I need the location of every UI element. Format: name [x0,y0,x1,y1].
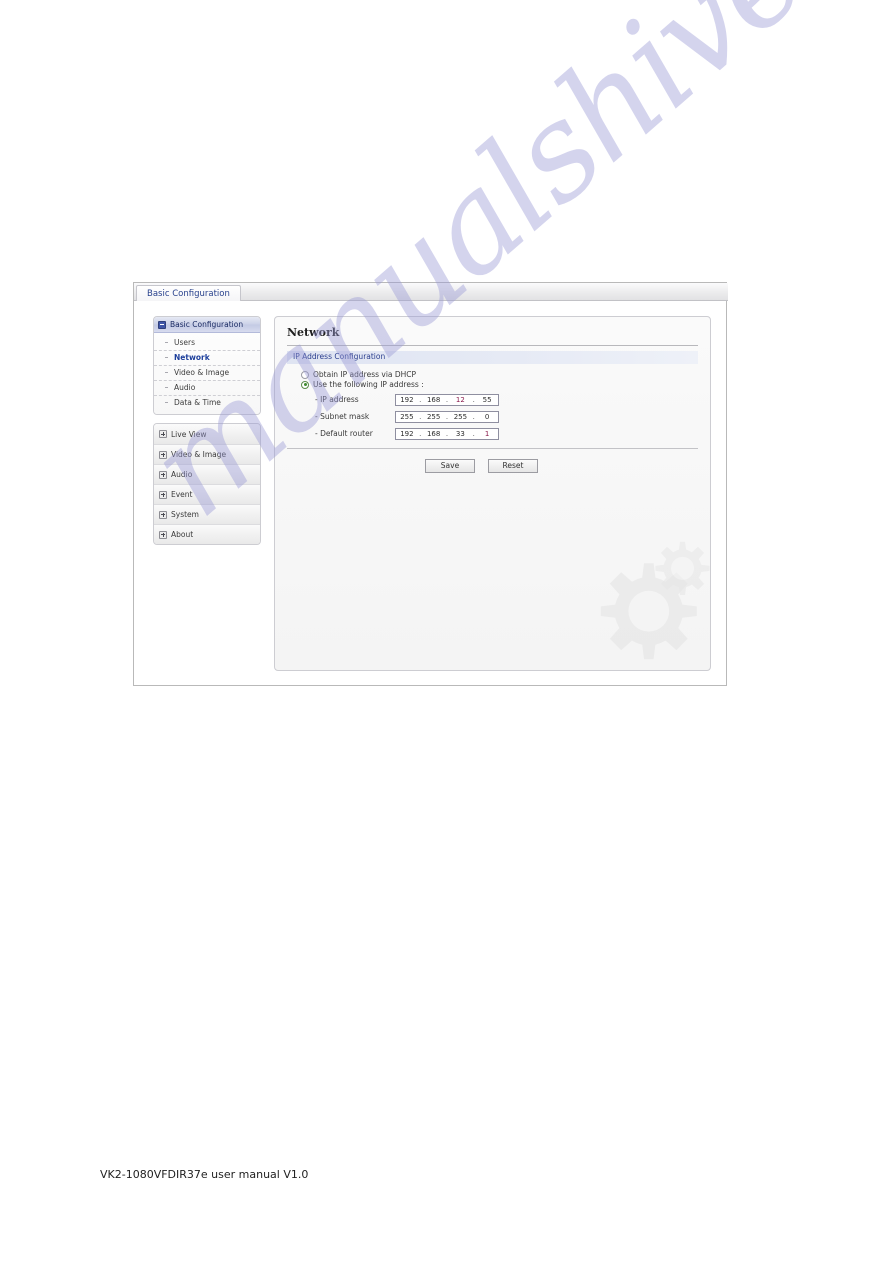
radio-button-selected-icon[interactable] [301,380,309,389]
title-divider [287,345,698,346]
radio-obtain-ip-via-dhcp[interactable]: Obtain IP address via DHCP [301,370,416,379]
default-router-input[interactable]: 192 . 168 . 33 . 1 [395,427,499,440]
octet-1[interactable]: 255 [396,413,418,421]
field-label: - IP address [315,395,359,404]
bullet-icon [165,402,168,403]
save-button[interactable]: Save [425,459,475,473]
sidebar-item-label: Audio [174,383,196,392]
octet-2[interactable]: 168 [423,396,445,404]
titlebar-tab-basic-configuration[interactable]: Basic Configuration [136,285,241,301]
radio-button-icon[interactable] [301,370,309,379]
octet-2[interactable]: 168 [423,430,445,438]
sidebar-item-event[interactable]: Event [154,484,260,504]
radio-label: Obtain IP address via DHCP [313,370,417,379]
octet-3[interactable]: 12 [450,396,472,404]
sidebar-item-label: Video & Image [174,368,230,377]
window-titlebar: Basic Configuration [134,283,728,301]
section-header-bar: IP Address Configuration [287,351,698,364]
octet-1[interactable]: 192 [396,430,418,438]
subnet-mask-input[interactable]: 255 . 255 . 255 . 0 [395,410,499,423]
octet-4[interactable]: 55 [476,396,498,404]
button-divider [287,448,698,449]
page-title: Network [287,326,340,339]
content-panel: Network IP Address Configuration Obtain … [274,316,711,671]
application-body: Basic Configuration Users Network Video … [134,302,726,685]
sidebar-item-label: Video & Image [171,450,227,459]
octet-2[interactable]: 255 [423,413,445,421]
sidebar-group-basic-configuration: Basic Configuration Users Network Video … [153,316,261,415]
sidebar-item-data-time[interactable]: Data & Time [154,395,260,410]
plus-box-icon[interactable] [159,530,167,539]
octet-3[interactable]: 255 [450,413,472,421]
sidebar-item-label: About [171,530,194,539]
octet-4[interactable]: 1 [476,430,498,438]
plus-box-icon[interactable] [159,510,167,519]
sidebar-item-label: Users [174,338,196,347]
minus-box-icon[interactable] [158,320,166,329]
plus-box-icon[interactable] [159,430,167,438]
field-ip-address: - IP address 192 . 168 . 12 . 55 [315,393,499,406]
application-frame: Basic Configuration Basic Configuration … [133,282,728,686]
sidebar-item-label: Live View [171,429,207,439]
sidebar-item-audio-group[interactable]: Audio [154,464,260,484]
field-subnet-mask: - Subnet mask 255 . 255 . 255 . 0 [315,410,499,423]
field-label: - Default router [315,429,373,438]
sidebar-group-header-basic-configuration[interactable]: Basic Configuration [154,317,260,333]
field-label: - Subnet mask [315,412,370,421]
plus-box-icon[interactable] [159,450,167,459]
plus-box-icon[interactable] [159,490,167,499]
bullet-icon [165,342,168,343]
sidebar-submenu: Users Network Video & Image Audio Data &… [154,333,260,414]
sidebar-item-about[interactable]: About [154,524,260,544]
sidebar-item-users[interactable]: Users [154,336,260,350]
octet-1[interactable]: 192 [396,396,418,404]
bullet-icon [165,372,168,373]
octet-4[interactable]: 0 [476,413,498,421]
gear-icon-small [655,541,710,596]
radio-use-following-ip[interactable]: Use the following IP address : [301,380,424,389]
sidebar-item-label: Data & Time [174,398,221,407]
sidebar-item-label: System [171,510,199,519]
gear-icon-large [600,563,697,660]
sidebar-item-label: Event [171,490,193,499]
sidebar-item-video-image-group[interactable]: Video & Image [154,444,260,464]
bullet-icon [165,357,168,358]
sidebar-item-system[interactable]: System [154,504,260,524]
reset-button[interactable]: Reset [488,459,538,473]
sidebar-item-video-image[interactable]: Video & Image [154,365,260,380]
field-default-router: - Default router 192 . 168 . 33 . 1 [315,427,499,440]
octet-3[interactable]: 33 [450,430,472,438]
sidebar-collapsed-groups: Live View Video & Image Audio Event Syst… [153,423,261,545]
sidebar-item-label: Network [174,353,210,362]
sidebar-group-label: Basic Configuration [170,320,244,329]
sidebar-item-audio[interactable]: Audio [154,380,260,395]
ip-address-input[interactable]: 192 . 168 . 12 . 55 [395,393,499,406]
sidebar-item-label: Audio [171,470,193,479]
sidebar-item-live-view[interactable]: Live View [154,424,260,444]
plus-box-icon[interactable] [159,470,167,479]
sidebar-item-network[interactable]: Network [154,350,260,365]
button-row: Save Reset [425,459,538,473]
section-header-label: IP Address Configuration [293,352,386,361]
page-footer: VK2-1080VFDIR37e user manual V1.0 [100,1168,309,1181]
radio-label: Use the following IP address : [313,380,424,389]
bullet-icon [165,387,168,388]
sidebar: Basic Configuration Users Network Video … [153,316,261,545]
